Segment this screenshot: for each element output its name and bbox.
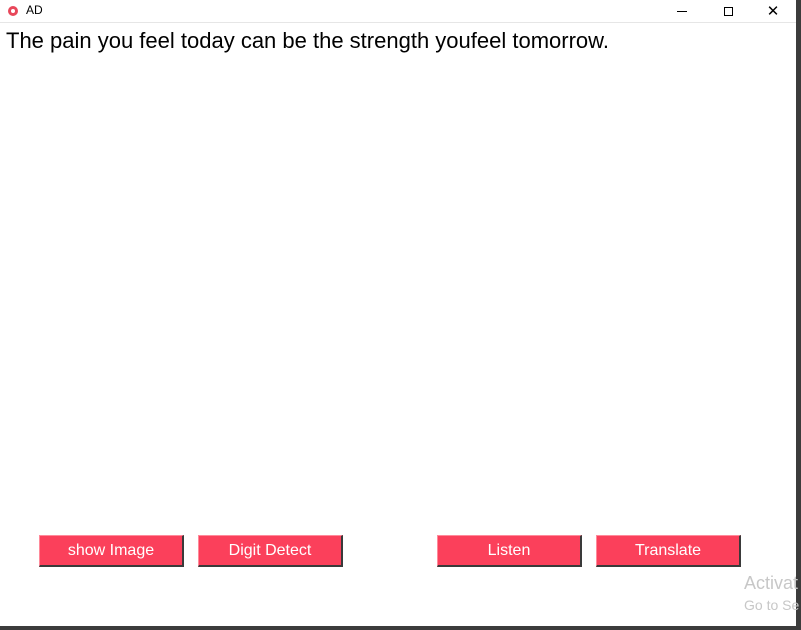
show-image-button[interactable]: show Image [39,535,184,567]
close-button[interactable]: ✕ [750,0,796,22]
watermark-line2: Go to Se [744,596,800,613]
translate-button[interactable]: Translate [596,535,741,567]
quote-label: The pain you feel today can be the stren… [6,28,609,53]
app-icon [8,6,18,16]
minimize-button[interactable] [659,0,705,22]
title-bar: AD ✕ [0,0,796,23]
maximize-button[interactable] [705,0,751,22]
minimize-icon [677,10,687,12]
app-window: AD ✕ The pain you feel today can be the … [0,0,799,626]
maximize-icon [723,6,733,16]
listen-button[interactable]: Listen [437,535,582,567]
activation-watermark: Activat Go to Se [744,573,799,613]
watermark-line1: Activat [744,573,799,593]
close-icon: ✕ [766,1,780,20]
window-title: AD [26,3,43,17]
digit-detect-button[interactable]: Digit Detect [198,535,343,567]
